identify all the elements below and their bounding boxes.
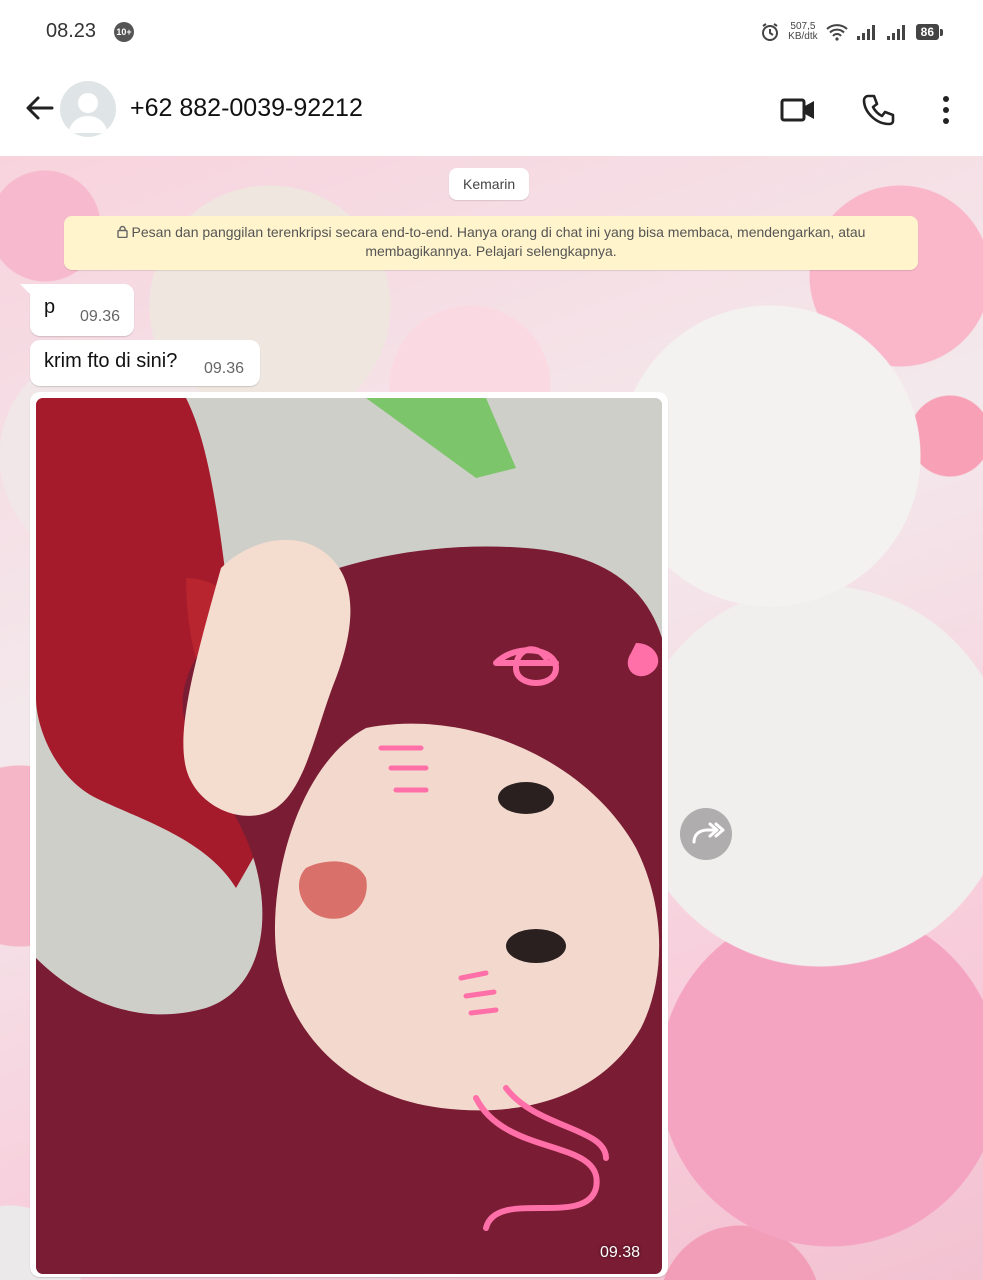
- message-bubble[interactable]: krim fto di sini? 09.36: [30, 340, 260, 386]
- avatar[interactable]: [60, 81, 116, 137]
- signal-icon-2: [886, 25, 905, 40]
- message-time: 09.36: [204, 360, 245, 377]
- message-text: krim fto di sini?: [44, 350, 178, 372]
- notification-badge: 10+: [114, 22, 134, 42]
- lock-icon: [116, 225, 128, 238]
- status-bar: 08.23 10+ 507,5 KB/dtk 86: [0, 0, 983, 64]
- battery-icon: 86: [915, 24, 944, 40]
- alarm-icon: [762, 23, 779, 41]
- date-chip: Kemarin: [449, 168, 530, 200]
- default-avatar-icon: [68, 93, 108, 133]
- message-time: 09.38: [599, 1244, 640, 1261]
- more-vert-icon[interactable]: [926, 90, 966, 130]
- encryption-notice[interactable]: Pesan dan panggilan terenkripsi secara e…: [64, 216, 918, 270]
- net-speed: 507,5 KB/dtk: [788, 22, 817, 42]
- net-speed-unit: KB/dtk: [788, 31, 818, 42]
- bubble-tail: [20, 284, 32, 296]
- status-time: 08.23: [46, 20, 97, 42]
- photo-message-bubble[interactable]: 09.38: [30, 392, 668, 1277]
- contact-name[interactable]: +62 882-0039-92212: [130, 94, 363, 123]
- message-text: p: [44, 296, 56, 318]
- status-icons: 507,5 KB/dtk 86: [760, 18, 944, 46]
- selfie-photo: [36, 398, 662, 1274]
- encryption-notice-text: Pesan dan panggilan terenkripsi secara e…: [131, 224, 866, 259]
- back-arrow-icon[interactable]: [22, 90, 58, 126]
- wifi-icon: [825, 24, 848, 41]
- signal-icon-1: [856, 25, 875, 40]
- chat-header: +62 882-0039-92212: [0, 64, 983, 156]
- message-bubble[interactable]: p 09.36: [20, 284, 134, 336]
- forward-button[interactable]: [680, 808, 732, 860]
- photo-attachment[interactable]: 09.38: [36, 398, 662, 1274]
- video-call-icon[interactable]: [778, 90, 818, 130]
- chat-area[interactable]: Kemarin Pesan dan panggilan terenkripsi …: [0, 156, 983, 1280]
- message-time: 09.36: [80, 308, 121, 325]
- phone-icon[interactable]: [858, 90, 898, 130]
- forward-icon: [692, 822, 725, 844]
